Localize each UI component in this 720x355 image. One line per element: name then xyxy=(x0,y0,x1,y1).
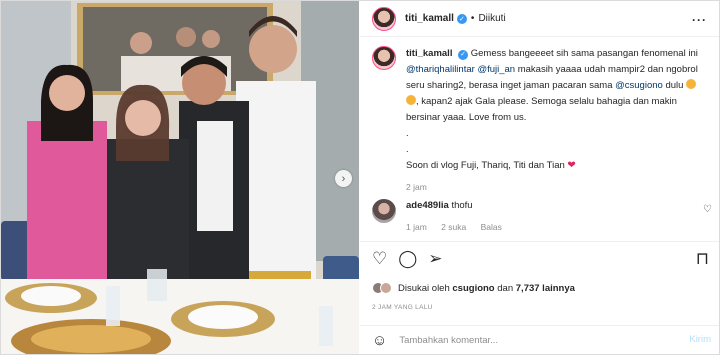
posted-ago: 2 JAM YANG LALU xyxy=(372,304,433,311)
verified-badge-icon: ✓ xyxy=(456,13,467,24)
verified-badge-icon: ✓ xyxy=(458,50,469,60)
comment-item: ade489lia thofu 1 jam 2 suka Balas ♡ xyxy=(372,199,712,232)
red-heart-emoji-icon: ❤ xyxy=(567,160,576,171)
caption-text-3: dulu xyxy=(665,80,684,91)
comment-likes[interactable]: 2 suka xyxy=(441,222,466,232)
mention-link[interactable]: @thariqhalilintar xyxy=(406,64,475,75)
caption-author-avatar[interactable] xyxy=(372,46,396,70)
comment-text: thofu xyxy=(451,200,473,211)
post-header: titi_kamall ✓ • Diikuti ··· xyxy=(360,1,719,37)
photo-illustration xyxy=(1,1,359,354)
bookmark-icon[interactable]: ⊓ xyxy=(696,250,709,268)
likes-prefix: Disukai oleh xyxy=(398,282,450,294)
send-icon[interactable]: ➢ xyxy=(428,250,442,268)
heart-icon[interactable]: ♡ xyxy=(372,250,387,268)
liker-username[interactable]: csugiono xyxy=(452,283,494,294)
post-comment-button[interactable]: Kirim xyxy=(689,334,711,345)
mention-link[interactable]: @fuji_an xyxy=(477,64,515,75)
likes-count[interactable]: 7,737 lainnya xyxy=(516,283,575,294)
caption-text-1: Gemess bangeeeet sih sama pasangan fenom… xyxy=(470,48,698,59)
liker-avatar xyxy=(380,282,392,294)
post-side-panel: titi_kamall ✓ • Diikuti ··· titi_kamall … xyxy=(360,1,719,354)
caption-dot: . xyxy=(406,144,409,155)
ellipsis-icon[interactable]: ··· xyxy=(692,13,707,27)
mention-link[interactable]: @csugiono xyxy=(615,80,663,91)
comment-reply-button[interactable]: Balas xyxy=(481,222,502,232)
likes-connector: dan xyxy=(497,282,514,294)
next-photo-button[interactable]: › xyxy=(335,170,352,187)
separator-dot: • xyxy=(470,13,475,24)
laughing-emoji-icon xyxy=(406,95,416,105)
post-photo[interactable]: › xyxy=(1,1,359,354)
caption-username[interactable]: titi_kamall xyxy=(406,48,452,59)
comment-input[interactable] xyxy=(399,334,670,346)
comment-icon[interactable]: ◯ xyxy=(398,250,417,268)
caption-text-4: , kapan2 ajak Gala please. Semoga selalu… xyxy=(406,96,677,123)
likes-summary: Disukai oleh csugiono dan 7,737 lainnya xyxy=(372,282,575,294)
caption-dot: . xyxy=(406,128,409,139)
caption-text: titi_kamall ✓ Gemess bangeeeet sih sama … xyxy=(406,46,706,174)
comment-like-heart-icon[interactable]: ♡ xyxy=(703,204,712,215)
commenter-username[interactable]: ade489lia xyxy=(406,200,449,211)
laughing-emoji-icon xyxy=(686,79,697,89)
add-comment-bar: ☺ Kirim xyxy=(360,325,719,354)
comment-time[interactable]: 1 jam xyxy=(406,222,427,232)
author-avatar[interactable] xyxy=(372,6,396,31)
commenter-avatar[interactable] xyxy=(372,199,396,223)
post-caption: titi_kamall ✓ Gemess bangeeeet sih sama … xyxy=(372,46,712,192)
author-username[interactable]: titi_kamall xyxy=(405,13,454,24)
caption-text-5: Soon di vlog Fuji, Thariq, Titi dan Tian xyxy=(406,160,565,171)
chevron-right-icon: › xyxy=(341,172,346,185)
caption-time: 2 jam xyxy=(406,182,427,192)
follow-status-button[interactable]: Diikuti xyxy=(478,13,505,24)
emoji-smile-icon[interactable]: ☺ xyxy=(372,332,387,349)
